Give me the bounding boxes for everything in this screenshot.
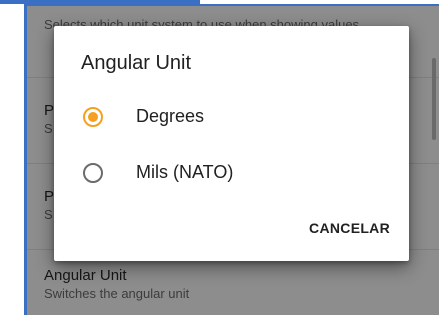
radio-selected-icon[interactable]: [83, 107, 103, 127]
setting-summary: Switches the angular unit: [44, 286, 190, 301]
radio-unselected-icon[interactable]: [83, 163, 103, 183]
option-label: Mils (NATO): [136, 162, 234, 182]
option-label: Degrees: [136, 106, 205, 126]
option-mils-nato[interactable]: Mils (NATO): [54, 144, 409, 200]
cancel-button[interactable]: CANCELAR: [309, 220, 390, 236]
angular-unit-dialog: Angular Unit Degrees Mils (NATO) CANCELA…: [54, 26, 409, 261]
screen: Selects which unit system to use when sh…: [0, 0, 439, 315]
scrollbar[interactable]: [432, 58, 436, 140]
option-degrees[interactable]: Degrees: [54, 88, 409, 144]
setting-title: Angular Unit: [44, 267, 127, 284]
dialog-title: Angular Unit: [81, 52, 192, 74]
